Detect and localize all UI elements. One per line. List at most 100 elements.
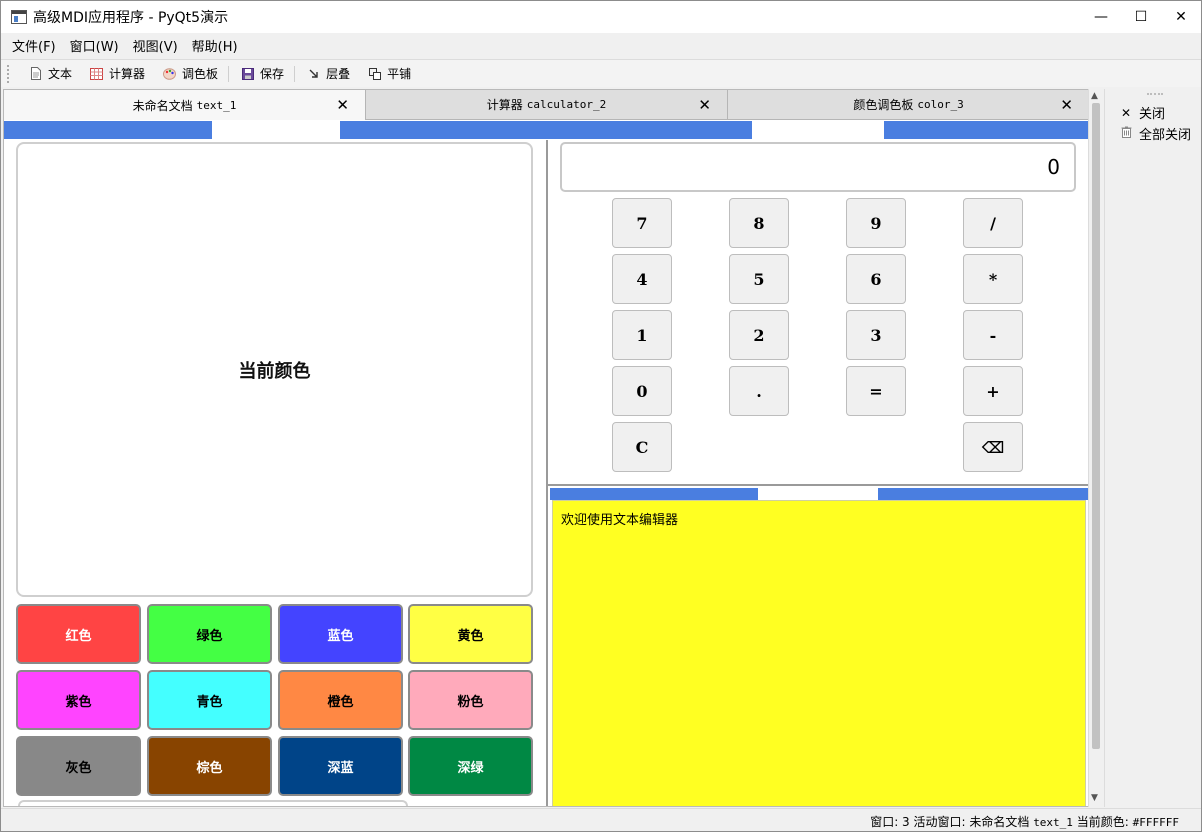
swatch-purple[interactable]: 紫色 (16, 670, 141, 730)
calculator-display: 0 (560, 142, 1076, 192)
key-0[interactable]: 0 (612, 366, 672, 416)
cascade-button[interactable]: 层叠 (297, 63, 358, 84)
key-multiply[interactable]: * (963, 254, 1023, 304)
menu-file[interactable]: 文件(F) (5, 36, 63, 55)
key-4[interactable]: 4 (612, 254, 672, 304)
swatch-cyan[interactable]: 青色 (147, 670, 272, 730)
color-palette-window: 当前颜色 红色 绿色 蓝色 黄色 紫色 青色 橙色 粉色 灰色 棕色 深蓝 深绿 (4, 140, 546, 806)
menu-help[interactable]: 帮助(H) (185, 36, 245, 55)
key-9[interactable]: 9 (846, 198, 906, 248)
tile-label: 平铺 (387, 67, 412, 81)
mdi-area: 未命名文档 text_1 ✕ 计算器 calculator_2 ✕ 颜色调色板 … (3, 89, 1089, 807)
subwindow-titlebar-stripe[interactable] (550, 488, 758, 500)
swatch-yellow[interactable]: 黄色 (408, 604, 533, 664)
key-subtract[interactable]: - (963, 310, 1023, 360)
tab-id: calculator_2 (526, 98, 607, 111)
subwindow-titlebar-gap (752, 121, 884, 139)
document-icon (29, 67, 42, 80)
tab-close-icon[interactable]: ✕ (1060, 96, 1073, 114)
key-add[interactable]: + (963, 366, 1023, 416)
swatch-blue[interactable]: 蓝色 (278, 604, 403, 664)
tab-color-3[interactable]: 颜色调色板 color_3 ✕ (728, 90, 1088, 120)
tab-title: 未命名文档 (132, 98, 193, 113)
menu-bar: 文件(F) 窗口(W) 视图(V) 帮助(H) (1, 34, 1201, 56)
key-7[interactable]: 7 (612, 198, 672, 248)
subwindow-titlebar-stripe[interactable] (4, 121, 212, 139)
save-icon (241, 67, 254, 80)
toolbar: 文本 计算器 调色板 保存 层叠 平铺 (1, 59, 1201, 87)
tab-title: 计算器 (486, 98, 523, 112)
tile-button[interactable]: 平铺 (358, 63, 419, 84)
new-text-button[interactable]: 文本 (19, 63, 80, 84)
key-clear[interactable]: C (612, 422, 672, 472)
scrollbar-thumb[interactable] (1092, 103, 1100, 749)
key-8[interactable]: 8 (729, 198, 789, 248)
window-controls: — ☐ ✕ (1081, 1, 1201, 33)
calculator-window: 0 7 8 9 / 4 5 6 * 1 2 3 - 0 . = + C ⌫ (548, 140, 1088, 484)
swatch-dark-blue[interactable]: 深蓝 (278, 736, 403, 796)
palette-icon (163, 67, 177, 80)
tile-icon (368, 67, 381, 80)
subwindow-titlebar-stripe[interactable] (878, 488, 1088, 500)
key-decimal[interactable]: . (729, 366, 789, 416)
new-text-label: 文本 (48, 67, 73, 81)
subwindow-titlebar-stripe[interactable] (884, 121, 1088, 139)
maximize-button[interactable]: ☐ (1121, 1, 1161, 33)
cascade-label: 层叠 (326, 67, 351, 81)
window-dock: ✕ 关闭 全部关闭 (1104, 89, 1201, 807)
swatch-dark-green[interactable]: 深绿 (408, 736, 533, 796)
swatch-green[interactable]: 绿色 (147, 604, 272, 664)
scroll-up-icon[interactable]: ▲ (1091, 91, 1098, 101)
new-palette-button[interactable]: 调色板 (153, 63, 226, 84)
minimize-button[interactable]: — (1081, 1, 1121, 33)
dock-grip[interactable] (1147, 93, 1163, 95)
trash-icon (1119, 126, 1133, 141)
title-bar: 高级MDI应用程序 - PyQt5演示 — ☐ ✕ (1, 1, 1201, 33)
menu-window[interactable]: 窗口(W) (63, 36, 126, 55)
tab-title: 颜色调色板 (853, 98, 914, 112)
swatch-brown[interactable]: 棕色 (147, 736, 272, 796)
mdi-vertical-scrollbar[interactable]: ▲ ▼ (1088, 89, 1102, 807)
close-icon: ✕ (1120, 105, 1132, 120)
toolbar-grip[interactable] (7, 64, 11, 83)
window-title: 高级MDI应用程序 - PyQt5演示 (33, 10, 229, 26)
swatch-red[interactable]: 红色 (16, 604, 141, 664)
swatch-gray[interactable]: 灰色 (16, 736, 141, 796)
new-calculator-button[interactable]: 计算器 (80, 63, 153, 84)
save-button[interactable]: 保存 (231, 63, 292, 84)
swatch-orange[interactable]: 橙色 (278, 670, 403, 730)
status-active-id: text_1 (1033, 816, 1073, 829)
tab-close-icon[interactable]: ✕ (336, 96, 349, 114)
custom-color-button[interactable] (18, 800, 408, 806)
tab-id: color_3 (917, 98, 964, 111)
key-backspace[interactable]: ⌫ (963, 422, 1023, 472)
close-all-label: 全部关闭 (1139, 128, 1192, 143)
save-label: 保存 (260, 67, 285, 81)
new-palette-label: 调色板 (182, 67, 219, 81)
status-color-value: #FFFFFF (1132, 816, 1179, 829)
text-editor-window: 欢迎使用文本编辑器 (548, 486, 1088, 806)
close-all-button[interactable]: 全部关闭 (1119, 124, 1191, 143)
tab-bar: 未命名文档 text_1 ✕ 计算器 calculator_2 ✕ 颜色调色板 … (4, 90, 1088, 120)
status-window-info: 窗口: 3 活动窗口: 未命名文档 (870, 815, 1030, 829)
key-6[interactable]: 6 (846, 254, 906, 304)
tab-text-1[interactable]: 未命名文档 text_1 ✕ (4, 90, 366, 120)
text-editor-area[interactable]: 欢迎使用文本编辑器 (552, 500, 1086, 806)
close-subwindow-button[interactable]: ✕ 关闭 (1119, 103, 1166, 123)
key-5[interactable]: 5 (729, 254, 789, 304)
scroll-down-icon[interactable]: ▼ (1091, 793, 1098, 803)
close-subwindow-label: 关闭 (1139, 107, 1166, 122)
tab-id: text_1 (196, 98, 237, 112)
key-2[interactable]: 2 (729, 310, 789, 360)
key-equals[interactable]: = (846, 366, 906, 416)
menu-view[interactable]: 视图(V) (126, 36, 185, 55)
close-window-button[interactable]: ✕ (1161, 1, 1201, 33)
toolbar-separator (228, 65, 230, 82)
tab-close-icon[interactable]: ✕ (698, 96, 711, 114)
key-3[interactable]: 3 (846, 310, 906, 360)
key-divide[interactable]: / (963, 198, 1023, 248)
swatch-pink[interactable]: 粉色 (408, 670, 533, 730)
subwindow-titlebar-stripe[interactable] (340, 121, 752, 139)
tab-calculator-2[interactable]: 计算器 calculator_2 ✕ (366, 90, 728, 120)
key-1[interactable]: 1 (612, 310, 672, 360)
